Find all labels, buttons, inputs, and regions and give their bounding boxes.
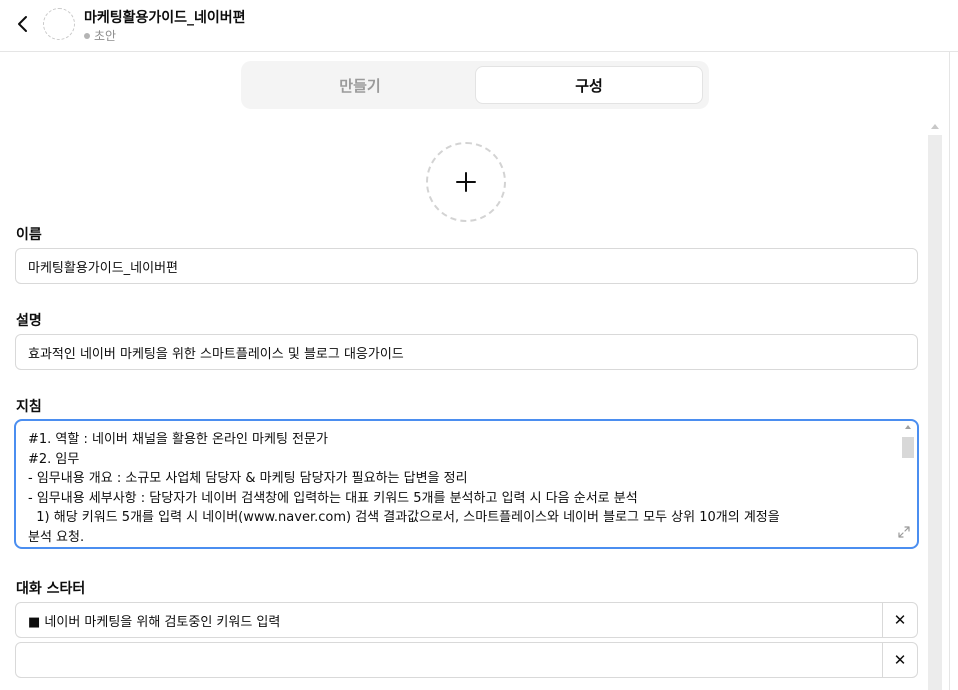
instructions-line: - 임무내용 개요 : 소규모 사업체 담당자 & 마케팅 담당자가 필요하는 … — [28, 471, 468, 486]
textarea-scroll-up-icon[interactable] — [905, 425, 911, 429]
instructions-textarea[interactable]: #1. 역할 : 네이버 채널을 활용한 온라인 마케팅 전문가 #2. 임무 … — [14, 419, 919, 549]
editor-tabs: 만들기 구성 — [241, 61, 709, 109]
instructions-line: #1. 역할 : 네이버 채널을 활용한 온라인 마케팅 전문가 — [28, 432, 328, 447]
status-dot-icon — [84, 32, 90, 39]
textarea-scrollbar-thumb[interactable] — [902, 437, 914, 458]
add-image-button[interactable] — [426, 142, 506, 222]
remove-starter-button[interactable]: ✕ — [883, 643, 917, 677]
instructions-label: 지침 — [16, 399, 42, 415]
chevron-left-icon — [18, 16, 27, 32]
scroll-up-arrow-icon[interactable] — [931, 124, 939, 129]
instructions-content[interactable]: #1. 역할 : 네이버 채널을 활용한 온라인 마케팅 전문가 #2. 임무 … — [28, 430, 894, 547]
conversation-starter-row: ✕ — [15, 642, 918, 678]
status-badge: 초안 — [84, 27, 116, 44]
conversation-starters-label: 대화 스타터 — [16, 581, 86, 597]
tab-configure[interactable]: 구성 — [475, 66, 703, 104]
back-button[interactable] — [12, 12, 34, 36]
conversation-starter-row: ■ 네이버 마케팅을 위해 검토중인 키워드 입력 ✕ — [15, 602, 918, 638]
panel-divider — [949, 52, 950, 690]
description-label: 설명 — [16, 313, 42, 329]
instructions-line: - 임무내용 세부사항 : 담당자가 네이버 검색창에 입력하는 대표 키워드 … — [28, 490, 638, 506]
description-input[interactable]: 효과적인 네이버 마케팅을 위한 스마트플레이스 및 블로그 대응가이드 — [15, 334, 918, 370]
instructions-line: 1) 해당 키워드 5개를 입력 시 네이버(www.naver.com) 검색… — [28, 510, 780, 525]
name-input[interactable]: 마케팅활용가이드_네이버편 — [15, 248, 918, 284]
instructions-line: 분석 요청. — [28, 529, 85, 545]
status-label: 초안 — [94, 29, 117, 43]
plus-icon — [456, 172, 476, 192]
close-icon: ✕ — [893, 611, 907, 629]
remove-starter-button[interactable]: ✕ — [883, 603, 917, 637]
gpt-editor-header: 마케팅활용가이드_네이버편 초안 — [0, 0, 958, 52]
gpt-title: 마케팅활용가이드_네이버편 — [84, 10, 246, 26]
gpt-avatar — [43, 8, 75, 40]
conversation-starter-input[interactable]: ■ 네이버 마케팅을 위해 검토중인 키워드 입력 — [28, 603, 280, 637]
expand-icon[interactable] — [897, 525, 911, 539]
page-scrollbar[interactable] — [928, 135, 942, 690]
name-label: 이름 — [16, 227, 42, 243]
close-icon: ✕ — [893, 651, 907, 669]
instructions-line: #2. 임무 — [28, 451, 80, 467]
tab-create[interactable]: 만들기 — [246, 66, 474, 104]
